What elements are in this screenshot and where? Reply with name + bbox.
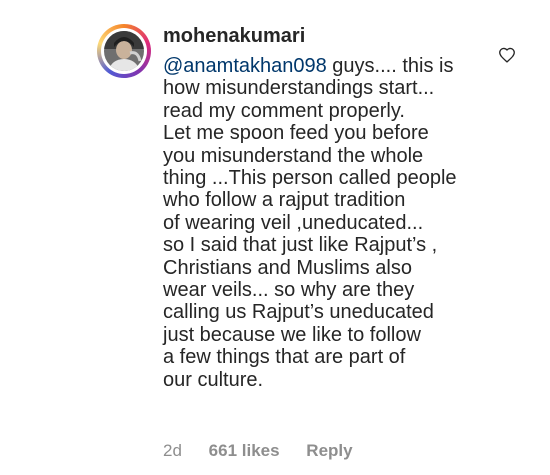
comment-line: of wearing veil ,uneducated... <box>163 211 424 234</box>
comment-line: Let me spoon feed you before <box>163 122 429 145</box>
mention-link[interactable]: @anamtakhan098 <box>163 55 327 77</box>
reply-button[interactable]: Reply <box>306 441 352 460</box>
comment-line: so I said that just like Rajput’s , <box>163 234 438 257</box>
comment-line: wear veils... so why are they <box>163 279 415 302</box>
comment-text: @anamtakhan098 guys.... this is how misu… <box>163 55 503 391</box>
comment-line: you misunderstand the whole <box>163 144 424 167</box>
avatar-photo[interactable] <box>104 31 144 71</box>
comment-line: just because we like to follow <box>163 323 421 346</box>
comment-line: our culture. <box>163 368 264 391</box>
comment-line: Christians and Muslims also <box>163 256 412 279</box>
comment-line: how misunderstandings start... <box>163 77 435 100</box>
comment-line: calling us Rajput’s uneducated <box>163 301 434 324</box>
comment-line: @anamtakhan098 guys.... this is <box>163 55 503 77</box>
comment-meta: 2d 661 likes Reply <box>163 440 375 462</box>
comment-line: a few things that are part of <box>163 346 406 369</box>
comment-username[interactable]: mohenakumari <box>163 23 305 49</box>
likes-count[interactable]: 661 likes <box>209 441 280 460</box>
comment-timestamp[interactable]: 2d <box>163 441 182 460</box>
comment-line: thing ...This person called people <box>163 167 457 190</box>
heart-outline-icon[interactable] <box>498 47 516 63</box>
comment-line: who follow a rajput tradition <box>163 189 406 212</box>
comment: mohenakumari @anamtakhan098 guys.... thi… <box>0 0 550 475</box>
comment-line: read my comment properly. <box>163 99 405 122</box>
comment-text-segment: guys.... this is <box>326 55 454 77</box>
